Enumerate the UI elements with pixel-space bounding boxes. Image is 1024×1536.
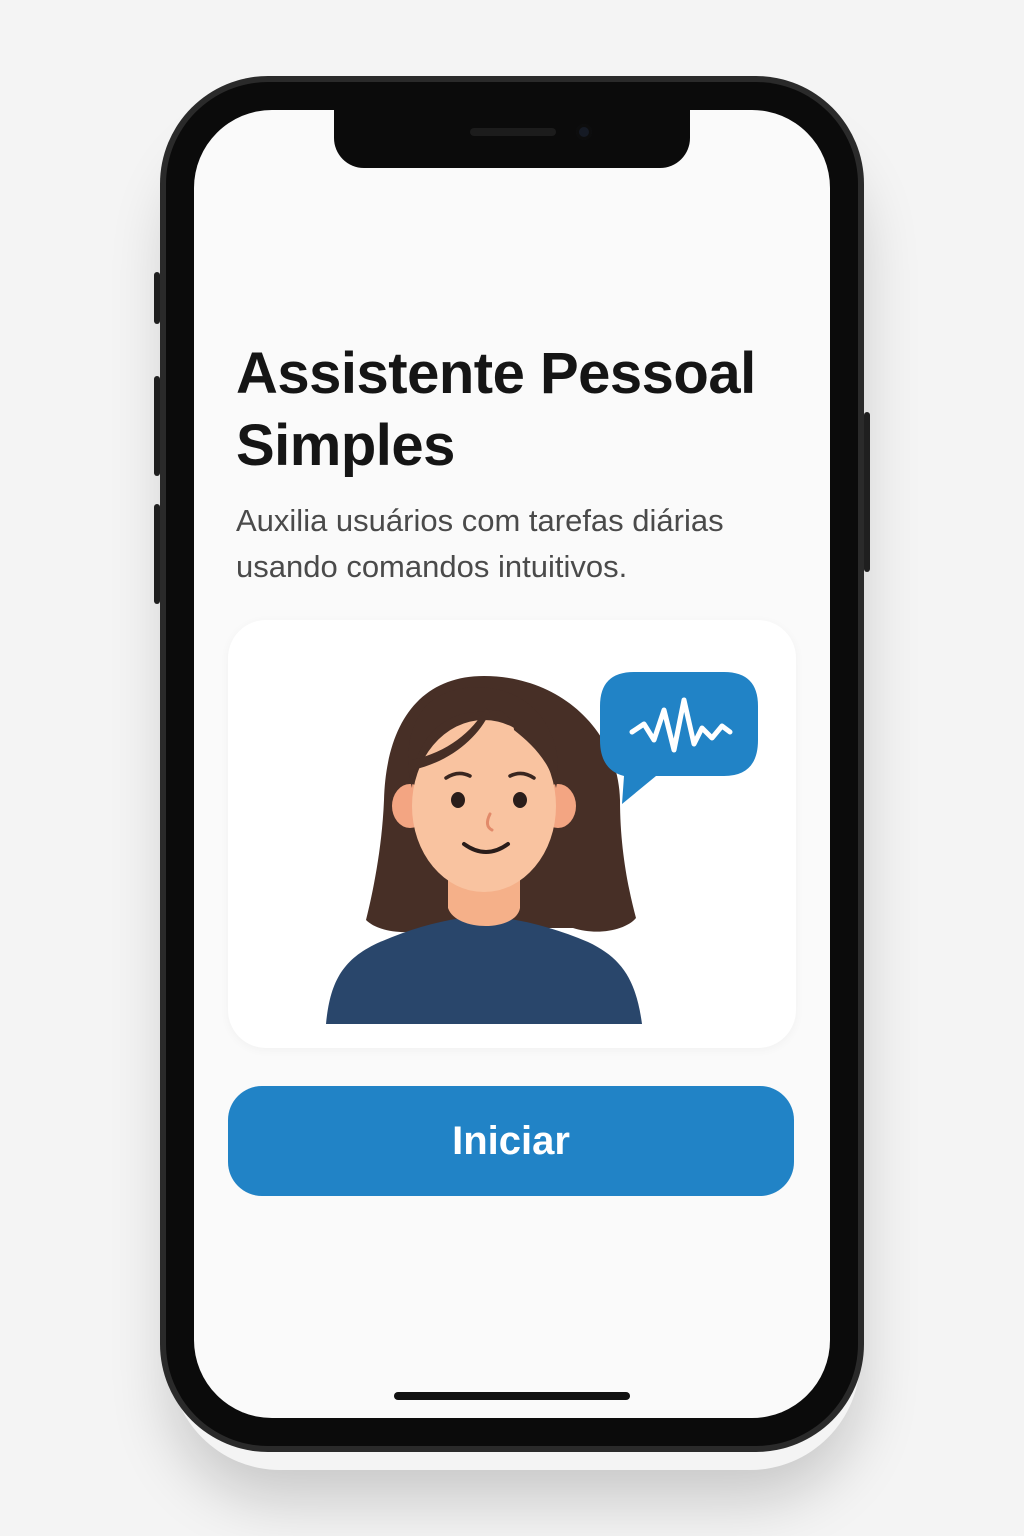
page: Assistente Pessoal Simples Auxilia usuár… <box>0 0 1024 1536</box>
app-screen: Assistente Pessoal Simples Auxilia usuár… <box>194 110 830 1418</box>
speech-bubble-icon <box>600 672 758 804</box>
volume-up-button <box>154 376 160 476</box>
phone-frame: Assistente Pessoal Simples Auxilia usuár… <box>154 76 870 1452</box>
power-button <box>864 412 870 572</box>
front-camera-icon <box>576 124 592 140</box>
start-button[interactable]: Iniciar <box>228 1086 794 1196</box>
page-title: Assistente Pessoal Simples <box>236 341 756 478</box>
assistant-illustration <box>326 672 758 1024</box>
mute-switch <box>154 272 160 324</box>
notch <box>334 110 690 168</box>
phone-bezel: Assistente Pessoal Simples Auxilia usuár… <box>166 82 858 1446</box>
page-subtitle: Auxilia usuários com tarefas diárias usa… <box>236 503 724 584</box>
speaker-grille <box>470 128 556 136</box>
woman-avatar-icon <box>326 676 642 1024</box>
home-indicator[interactable] <box>394 1392 630 1400</box>
illustration-card <box>228 620 796 1048</box>
volume-down-button <box>154 504 160 604</box>
